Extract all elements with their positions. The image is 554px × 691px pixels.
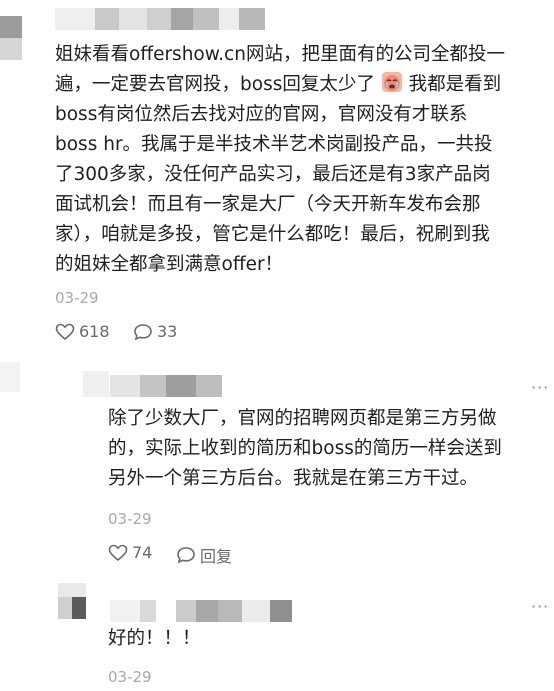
comment-line: 遍，一定要去官网投，boss回复太少了 bbox=[55, 74, 375, 95]
like-button[interactable]: 618 bbox=[55, 322, 110, 341]
like-count: 74 bbox=[132, 543, 153, 562]
more-options-button[interactable]: ··· bbox=[531, 597, 549, 616]
comment-body: 姐妹看看offershow.cn网站，把里面有的公司全都投一 遍，一定要去官网投… bbox=[55, 40, 553, 280]
heart-outline-icon bbox=[108, 544, 128, 562]
comment-line: boss hr。我属于是半技术半艺术岗副投产品，一共投 bbox=[55, 134, 493, 155]
comment-line: 面试机会！而且有一家是大厂（今天开新车发布会那 bbox=[55, 194, 481, 215]
crying-face-emoji-icon bbox=[381, 71, 403, 93]
comment-body: 除了少数大厂，官网的招聘网页都是第三方另做 的，实际上收到的简历和boss的简历… bbox=[108, 404, 548, 494]
comment-body: 好的！！！ bbox=[108, 624, 548, 654]
avatar[interactable] bbox=[83, 371, 109, 397]
comment-button[interactable]: 33 bbox=[133, 322, 177, 341]
comment-date: 03-29 bbox=[108, 510, 152, 528]
comment-line: 家），咱就是多投，管它是什么都吃！最后，祝刷到我 bbox=[55, 224, 490, 245]
heart-outline-icon bbox=[55, 323, 75, 341]
more-options-button[interactable]: ··· bbox=[531, 378, 549, 397]
comment-bubble-icon bbox=[133, 323, 153, 341]
comment-line: 了300多家，没任何产品实习，最后还是有3家产品岗 bbox=[55, 164, 491, 185]
blurred-edge bbox=[0, 362, 40, 392]
like-count: 618 bbox=[79, 322, 110, 341]
comment-line: 姐妹看看offershow.cn网站，把里面有的公司全都投一 bbox=[55, 44, 505, 65]
comment-line: boss有岗位然后去找对应的官网，官网没有才联系 bbox=[55, 104, 468, 125]
comment-line: 除了少数大厂，官网的招聘网页都是第三方另做 bbox=[108, 408, 497, 429]
username[interactable] bbox=[55, 8, 265, 30]
comment-bubble-icon bbox=[176, 546, 196, 564]
comment-line: 好的！！！ bbox=[108, 628, 201, 649]
comment-line: 的姐妹全都拿到满意offer！ bbox=[55, 254, 284, 275]
username[interactable] bbox=[110, 375, 222, 397]
avatar[interactable] bbox=[0, 16, 22, 60]
comment-date: 03-29 bbox=[108, 668, 152, 686]
avatar[interactable] bbox=[58, 583, 86, 619]
reply-count: 33 bbox=[157, 322, 178, 341]
comment-line: 我都是看到 bbox=[402, 74, 502, 95]
comment-date: 03-29 bbox=[55, 289, 99, 307]
like-button[interactable]: 74 bbox=[108, 543, 152, 562]
comment-line: 的，实际上收到的简历和boss的简历一样会送到 bbox=[108, 438, 502, 459]
username[interactable] bbox=[110, 600, 320, 622]
reply-label: 回复 bbox=[200, 547, 233, 566]
reply-button[interactable]: 回复 bbox=[176, 543, 232, 567]
comment-line: 另外一个第三方后台。我就是在第三方干过。 bbox=[108, 468, 479, 489]
